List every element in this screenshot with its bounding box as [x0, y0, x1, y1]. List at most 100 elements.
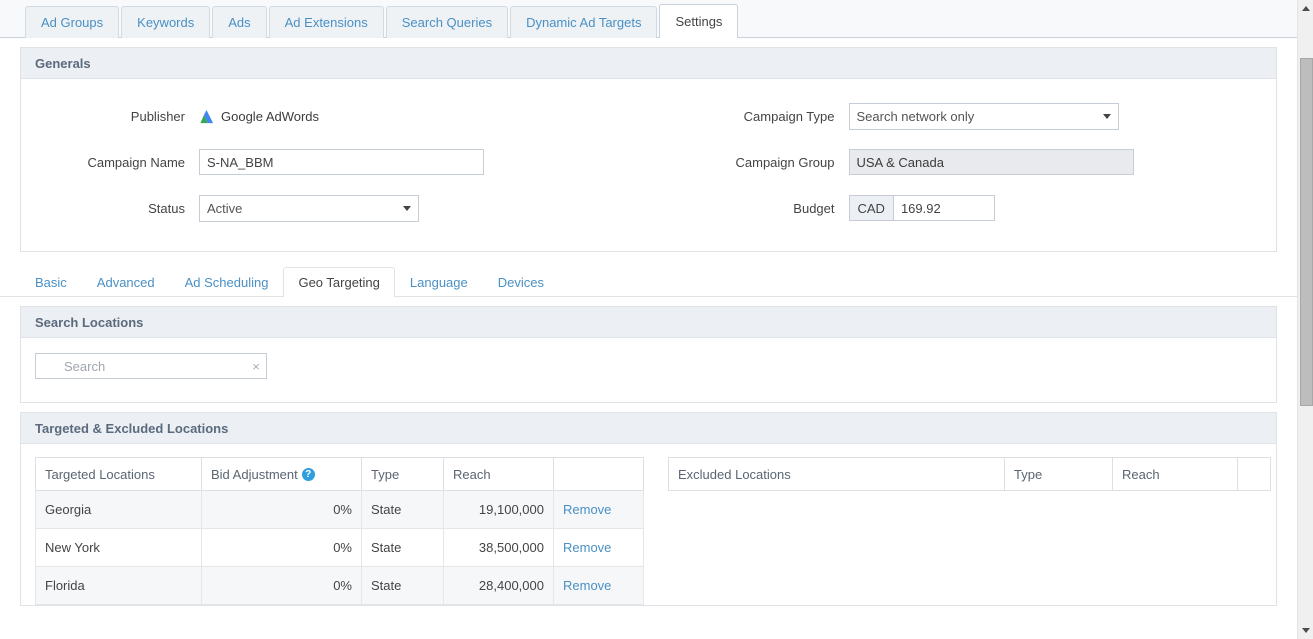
excluded-header-row: Excluded Locations Type Reach	[668, 457, 1271, 491]
generals-form: Publisher Google AdWords Campaign Name S…	[21, 79, 1276, 251]
cell-location-name: Florida	[35, 566, 202, 605]
status-control: Active	[199, 194, 419, 222]
status-select[interactable]: Active	[199, 194, 419, 222]
scroll-down-button[interactable]	[1298, 622, 1313, 639]
locations-tables-area: Targeted Locations Bid Adjustment? Type …	[21, 444, 1276, 605]
publisher-control: Google AdWords	[199, 109, 319, 124]
targeted-excluded-header: Targeted & Excluded Locations	[21, 413, 1276, 444]
tab-settings[interactable]: Settings	[659, 4, 739, 38]
tab-ad-extensions[interactable]: Ad Extensions	[268, 6, 384, 38]
generals-panel: Generals Publisher Google AdWords Campai…	[20, 47, 1277, 252]
budget-label: Budget	[793, 200, 835, 216]
search-locations-header: Search Locations	[21, 307, 1276, 338]
clear-search-icon[interactable]: ×	[246, 360, 266, 373]
generals-title: Generals	[35, 55, 91, 71]
search-locations-input-area: ×	[21, 338, 1276, 402]
search-locations-panel: Search Locations ×	[20, 306, 1277, 403]
campaign-group-input	[848, 149, 1134, 175]
campaign-group-row: Campaign Group	[649, 139, 1277, 185]
subtab-devices[interactable]: Devices	[483, 267, 559, 297]
vertical-scrollbar[interactable]	[1297, 0, 1313, 639]
publisher-row: Publisher Google AdWords	[21, 93, 649, 139]
th-excluded-type[interactable]: Type	[1004, 457, 1113, 491]
campaign-group-control	[848, 149, 1134, 175]
cell-location-name: Georgia	[35, 490, 202, 529]
generals-right-column: Campaign Type Search network only Campai…	[649, 93, 1277, 231]
campaign-type-select-wrap: Search network only	[848, 102, 1119, 130]
th-excluded-locations[interactable]: Excluded Locations	[668, 457, 1005, 491]
publisher-value-group: Google AdWords	[199, 109, 319, 124]
settings-sub-tab-bar: Basic Advanced Ad Scheduling Geo Targeti…	[0, 261, 1297, 297]
scrollbar-thumb[interactable]	[1300, 58, 1313, 406]
cell-type: State	[361, 490, 444, 529]
status-row: Status Active	[21, 185, 649, 231]
subtab-geo-targeting[interactable]: Geo Targeting	[283, 267, 395, 297]
th-excluded-reach[interactable]: Reach	[1112, 457, 1238, 491]
th-excluded-actions	[1237, 457, 1271, 491]
location-search-box: ×	[35, 353, 267, 379]
subtab-advanced[interactable]: Advanced	[82, 267, 170, 297]
targeted-table-head: Targeted Locations Bid Adjustment? Type …	[35, 457, 644, 491]
budget-input-group: CAD	[848, 195, 995, 221]
targeted-locations-table: Targeted Locations Bid Adjustment? Type …	[35, 457, 644, 605]
search-locations-body: ×	[21, 338, 1276, 402]
cell-type: State	[361, 528, 444, 567]
primary-tab-bar: Ad Groups Keywords Ads Ad Extensions Sea…	[0, 0, 1297, 38]
targeted-locations-wrap: Targeted Locations Bid Adjustment? Type …	[35, 457, 644, 605]
campaign-name-input[interactable]	[199, 149, 484, 175]
campaign-type-select[interactable]: Search network only	[848, 102, 1119, 130]
app-root: Ad Groups Keywords Ads Ad Extensions Sea…	[0, 0, 1313, 639]
scroll-up-button[interactable]	[1298, 0, 1313, 17]
cell-bid-adjustment[interactable]: 0%	[201, 490, 362, 529]
budget-row: Budget CAD	[649, 185, 1277, 231]
campaign-name-control	[199, 149, 484, 175]
excluded-locations-table: Excluded Locations Type Reach	[668, 457, 1271, 491]
cell-location-name: New York	[35, 528, 202, 567]
generals-left-column: Publisher Google AdWords Campaign Name S…	[21, 93, 649, 231]
tab-dynamic-ad-targets[interactable]: Dynamic Ad Targets	[510, 6, 658, 38]
table-row: Georgia 0% State 19,100,000 Remove	[35, 490, 644, 529]
targeted-excluded-body: Targeted Locations Bid Adjustment? Type …	[21, 444, 1276, 605]
th-type[interactable]: Type	[361, 457, 444, 491]
subtab-ad-scheduling[interactable]: Ad Scheduling	[170, 267, 284, 297]
th-targeted-actions	[553, 457, 644, 491]
status-select-wrap: Active	[199, 194, 419, 222]
campaign-name-label: Campaign Name	[87, 154, 185, 170]
cell-remove: Remove	[553, 528, 644, 567]
cell-reach: 38,500,000	[443, 528, 554, 567]
publisher-label: Publisher	[130, 108, 185, 124]
campaign-type-control: Search network only	[848, 102, 1119, 130]
cell-bid-adjustment[interactable]: 0%	[201, 528, 362, 567]
campaign-group-label: Campaign Group	[735, 154, 835, 170]
remove-location-link[interactable]: Remove	[563, 502, 611, 517]
generals-panel-body: Publisher Google AdWords Campaign Name S…	[21, 79, 1276, 251]
subtab-language[interactable]: Language	[395, 267, 483, 297]
location-search-input[interactable]	[36, 354, 246, 378]
targeted-excluded-locations-panel: Targeted & Excluded Locations Targeted L…	[20, 412, 1277, 606]
table-row: Florida 0% State 28,400,000 Remove	[35, 566, 644, 605]
tab-keywords[interactable]: Keywords	[121, 6, 211, 38]
cell-bid-adjustment[interactable]: 0%	[201, 566, 362, 605]
remove-location-link[interactable]: Remove	[563, 578, 611, 593]
th-reach[interactable]: Reach	[443, 457, 554, 491]
remove-location-link[interactable]: Remove	[563, 540, 611, 555]
page-scroll-container: Ad Groups Keywords Ads Ad Extensions Sea…	[0, 0, 1297, 639]
th-targeted-locations[interactable]: Targeted Locations	[35, 457, 202, 491]
tab-ad-groups[interactable]: Ad Groups	[25, 6, 120, 38]
subtab-basic[interactable]: Basic	[20, 267, 82, 297]
cell-reach: 28,400,000	[443, 566, 554, 605]
generals-panel-header: Generals	[21, 48, 1276, 79]
adwords-logo-icon	[200, 109, 214, 123]
campaign-type-label: Campaign Type	[743, 108, 835, 124]
help-icon[interactable]: ?	[301, 467, 315, 481]
publisher-value: Google AdWords	[221, 108, 320, 124]
budget-amount-input[interactable]	[892, 195, 995, 221]
tab-ads[interactable]: Ads	[212, 6, 267, 38]
chevron-down-icon	[1302, 628, 1310, 633]
cell-type: State	[361, 566, 444, 605]
th-bid-adjustment-label: Bid Adjustment	[211, 466, 298, 482]
tab-search-queries[interactable]: Search Queries	[385, 6, 509, 38]
cell-reach: 19,100,000	[443, 490, 554, 529]
cell-remove: Remove	[553, 490, 644, 529]
th-bid-adjustment[interactable]: Bid Adjustment?	[201, 457, 362, 491]
